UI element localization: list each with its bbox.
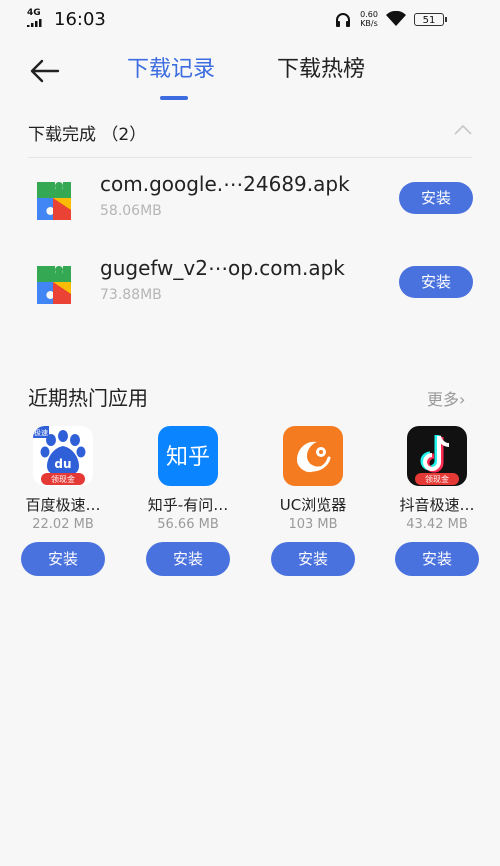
svg-text:领现金: 领现金 (51, 474, 75, 484)
back-arrow-icon[interactable] (28, 58, 60, 84)
svg-text:领现金: 领现金 (425, 474, 449, 484)
clock: 16:03 (54, 9, 106, 30)
app-name: 抖音极速… (399, 496, 475, 514)
svg-text:极速: 极速 (34, 428, 48, 437)
chevron-right-icon: › (459, 390, 466, 409)
hot-app-card[interactable]: UC浏览器 103 MB 安装 (258, 426, 368, 586)
download-item: gugefw_v2⋯op.com.apk 73.88MB 安装 (0, 256, 500, 340)
headphones-icon (336, 13, 350, 27)
signal-icon (27, 19, 42, 27)
install-button[interactable]: 安装 (399, 182, 473, 214)
uc-browser-icon (283, 426, 343, 486)
app-name: UC浏览器 (279, 496, 347, 514)
network-speed: 0.60 KB/s (360, 10, 378, 28)
divider (28, 157, 472, 158)
app-size: 56.66 MB (157, 517, 219, 532)
install-button[interactable]: 安装 (395, 542, 479, 576)
zhihu-app-icon: 知乎 (158, 426, 218, 486)
collapse-chevron-up-icon[interactable] (454, 124, 472, 136)
app-size: 22.02 MB (32, 517, 94, 532)
app-size: 103 MB (288, 517, 338, 532)
more-link[interactable]: 更多› (427, 386, 465, 410)
google-play-services-icon (37, 266, 71, 304)
download-file-name: com.google.⋯24689.apk (100, 172, 350, 196)
svg-text:du: du (54, 457, 71, 471)
app-size: 43.42 MB (406, 517, 468, 532)
google-play-services-icon (37, 182, 71, 220)
svg-text:知乎: 知乎 (166, 445, 210, 470)
install-button[interactable]: 安装 (271, 542, 355, 576)
tab-download-history[interactable]: 下载记录 (127, 56, 215, 84)
install-button[interactable]: 安装 (21, 542, 105, 576)
hot-app-card[interactable]: 知乎 知乎-有问… 56.66 MB 安装 (133, 426, 243, 586)
top-bar: 下载记录 下载热榜 (0, 40, 500, 102)
main-content: 下载完成 （2） com.google.⋯24689.apk 58.06MB 安… (0, 102, 500, 866)
download-file-size: 58.06MB (100, 203, 162, 219)
status-bar: 4G 16:03 0.60 KB/s 51 (0, 0, 500, 40)
app-name: 百度极速… (25, 496, 101, 514)
battery-icon: 51 (414, 13, 447, 26)
signal-indicator: 4G (27, 8, 42, 27)
baidu-app-icon: du 极速 领现金 (33, 426, 93, 486)
app-name: 知乎-有问… (147, 496, 229, 514)
hot-app-card[interactable]: du 极速 领现金 百度极速… 22.02 MB 安装 (8, 426, 118, 586)
downloads-section-title: 下载完成 （2） (28, 125, 147, 145)
network-type: 4G (27, 8, 41, 18)
douyin-app-icon: 领现金 (407, 426, 467, 486)
download-file-size: 73.88MB (100, 287, 162, 303)
hot-app-card[interactable]: 领现金 抖音极速… 43.42 MB 安装 (382, 426, 492, 586)
hot-apps-title: 近期热门应用 (28, 386, 148, 410)
download-file-name: gugefw_v2⋯op.com.apk (100, 256, 345, 280)
wifi-icon (386, 11, 406, 26)
install-button[interactable]: 安装 (399, 266, 473, 298)
download-item: com.google.⋯24689.apk 58.06MB 安装 (0, 172, 500, 256)
tab-download-ranking[interactable]: 下载热榜 (277, 56, 365, 84)
install-button[interactable]: 安装 (146, 542, 230, 576)
active-tab-indicator (160, 96, 188, 100)
